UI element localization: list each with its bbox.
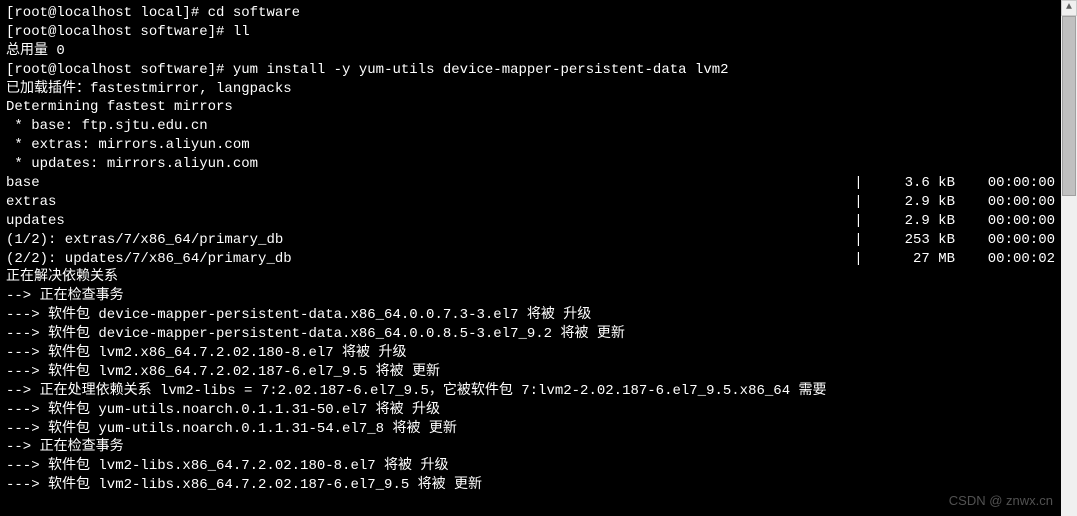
shell-prompt: [root@localhost software]# [6,24,233,40]
repo-time: 00:00:00 [955,174,1055,193]
repo-time: 00:00:00 [955,231,1055,250]
repo-row: extras | 2.9 kB 00:00:00 [6,193,1055,212]
mirror-line: * updates: mirrors.aliyun.com [6,155,1055,174]
repo-separator: | [283,231,875,250]
package-line: ---> 软件包 yum-utils.noarch.0.1.1.31-50.el… [6,401,1055,420]
terminal-output[interactable]: [root@localhost local]# cd software [roo… [0,0,1061,516]
command-text: cd software [208,5,300,21]
repo-row: base | 3.6 kB 00:00:00 [6,174,1055,193]
scroll-up-arrow-icon[interactable]: ▲ [1061,0,1077,16]
shell-prompt: [root@localhost local]# [6,5,208,21]
repo-row: (2/2): updates/7/x86_64/primary_db | 27 … [6,250,1055,269]
prompt-line: [root@localhost software]# yum install -… [6,61,1055,80]
repo-separator: | [56,193,875,212]
repo-time: 00:00:00 [955,193,1055,212]
output-line: --> 正在检查事务 [6,287,1055,306]
repo-name: (1/2): extras/7/x86_64/primary_db [6,231,283,250]
command-text: yum install -y yum-utils device-mapper-p… [233,62,729,78]
repo-row: updates | 2.9 kB 00:00:00 [6,212,1055,231]
repo-size: 3.6 kB [875,174,955,193]
prompt-line: [root@localhost software]# ll [6,23,1055,42]
mirror-line: * base: ftp.sjtu.edu.cn [6,117,1055,136]
output-line: 正在解决依赖关系 [6,268,1055,287]
repo-time: 00:00:00 [955,212,1055,231]
package-line: --> 正在检查事务 [6,438,1055,457]
package-line: ---> 软件包 yum-utils.noarch.0.1.1.31-54.el… [6,420,1055,439]
repo-size: 2.9 kB [875,212,955,231]
package-line: ---> 软件包 lvm2.x86_64.7.2.02.180-8.el7 将被… [6,344,1055,363]
output-line: 已加载插件：fastestmirror, langpacks [6,80,1055,99]
repo-size: 27 MB [875,250,955,269]
mirror-line: * extras: mirrors.aliyun.com [6,136,1055,155]
repo-name: (2/2): updates/7/x86_64/primary_db [6,250,292,269]
vertical-scrollbar[interactable]: ▲ [1061,0,1077,516]
repo-name: updates [6,212,65,231]
scrollbar-thumb[interactable] [1062,16,1076,196]
repo-name: extras [6,193,56,212]
repo-name: base [6,174,40,193]
repo-separator: | [40,174,875,193]
package-line: --> 正在处理依赖关系 lvm2-libs = 7:2.02.187-6.el… [6,382,1055,401]
repo-size: 253 kB [875,231,955,250]
package-line: ---> 软件包 lvm2.x86_64.7.2.02.187-6.el7_9.… [6,363,1055,382]
package-line: ---> 软件包 device-mapper-persistent-data.x… [6,306,1055,325]
command-text: ll [233,24,250,40]
package-line: ---> 软件包 lvm2-libs.x86_64.7.2.02.187-6.e… [6,476,1055,495]
shell-prompt: [root@localhost software]# [6,62,233,78]
repo-time: 00:00:02 [955,250,1055,269]
output-line: 总用量 0 [6,42,1055,61]
watermark-text: CSDN @ znwx.cn [949,492,1053,510]
package-line: ---> 软件包 device-mapper-persistent-data.x… [6,325,1055,344]
output-line: Determining fastest mirrors [6,98,1055,117]
repo-size: 2.9 kB [875,193,955,212]
prompt-line: [root@localhost local]# cd software [6,4,1055,23]
package-line: ---> 软件包 lvm2-libs.x86_64.7.2.02.180-8.e… [6,457,1055,476]
repo-separator: | [292,250,875,269]
repo-row: (1/2): extras/7/x86_64/primary_db | 253 … [6,231,1055,250]
repo-separator: | [65,212,875,231]
